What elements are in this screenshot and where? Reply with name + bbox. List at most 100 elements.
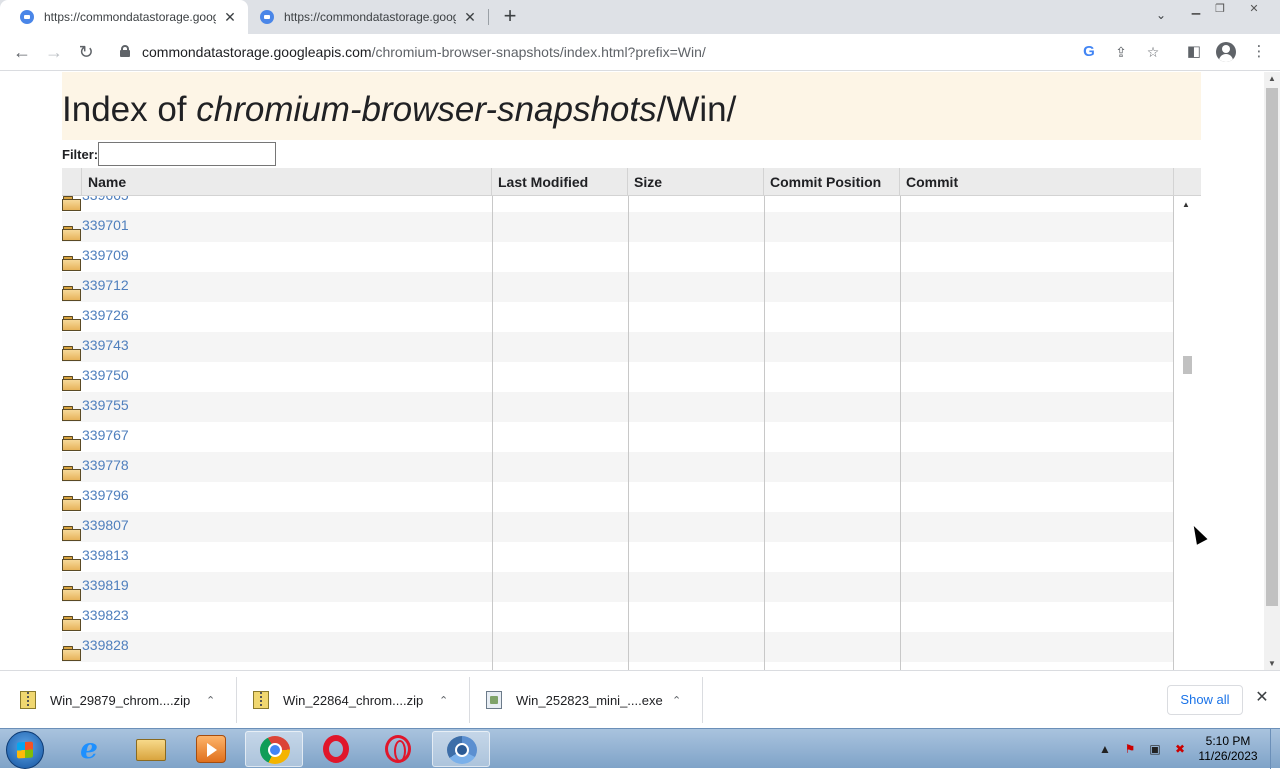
folder-icon: [62, 256, 81, 271]
volume-muted-icon[interactable]: ✖: [1171, 741, 1189, 757]
column-header-commit[interactable]: Commit: [900, 168, 1174, 196]
folder-link[interactable]: 339807: [82, 517, 129, 533]
network-icon[interactable]: ▣: [1146, 741, 1164, 757]
bookmark-star-icon[interactable]: ☆: [1144, 43, 1162, 61]
forward-arrow-icon[interactable]: →: [42, 40, 66, 64]
table-row: 339834: [62, 662, 1174, 670]
taskbar-media-player[interactable]: [182, 731, 240, 767]
tab-strip: https://commondatastorage.googleapis.com…: [0, 0, 1280, 34]
table-row: 339709: [62, 242, 1174, 272]
folder-link[interactable]: 339701: [82, 217, 129, 233]
table-row: 339778: [62, 452, 1174, 482]
download-item[interactable]: Win_22864_chrom....zip ⌃: [253, 679, 448, 721]
chevron-up-icon[interactable]: ⌃: [206, 694, 215, 707]
tab-search-chevron-icon[interactable]: ⌄: [1152, 8, 1170, 26]
folder-link[interactable]: 339767: [82, 427, 129, 443]
taskbar-chromium[interactable]: [432, 731, 490, 767]
minimize-icon[interactable]: ▁: [1185, 2, 1207, 18]
table-row: 339755: [62, 392, 1174, 422]
column-header-last-modified[interactable]: Last Modified: [492, 168, 628, 196]
taskbar-opera-gx[interactable]: [369, 731, 427, 767]
table-row: 339807: [62, 512, 1174, 542]
folder-link[interactable]: 339796: [82, 487, 129, 503]
start-button[interactable]: [6, 731, 44, 769]
opera-icon: [323, 735, 349, 763]
grid-scrollbar[interactable]: ▲: [1174, 196, 1201, 670]
tray-expand-icon[interactable]: ▲: [1096, 741, 1114, 757]
google-translate-icon[interactable]: G: [1080, 43, 1098, 61]
grid-header: Name Last Modified Size Commit Position …: [62, 168, 1201, 196]
taskbar-chrome[interactable]: [245, 731, 303, 767]
taskbar-internet-explorer[interactable]: e: [60, 731, 118, 767]
zip-file-icon: [20, 691, 36, 709]
table-row: 339665: [62, 196, 1174, 212]
folder-icon: [62, 526, 81, 541]
restore-icon[interactable]: ❐: [1209, 2, 1231, 18]
grid-scroll-thumb[interactable]: [1183, 356, 1192, 374]
share-icon[interactable]: ⇪: [1112, 43, 1130, 61]
chevron-up-icon[interactable]: ⌃: [672, 694, 681, 707]
show-desktop-button[interactable]: [1270, 729, 1280, 769]
folder-link[interactable]: 339755: [82, 397, 129, 413]
folder-link[interactable]: 339709: [82, 247, 129, 263]
folder-link[interactable]: 339813: [82, 547, 129, 563]
show-all-downloads-button[interactable]: Show all: [1167, 685, 1243, 715]
download-item[interactable]: Win_252823_mini_....exe ⌃: [486, 679, 681, 721]
folder-link[interactable]: 339712: [82, 277, 129, 293]
lock-icon[interactable]: [120, 45, 130, 57]
folder-link[interactable]: 339819: [82, 577, 129, 593]
filter-row: Filter:: [62, 142, 277, 166]
internet-explorer-icon: e: [80, 732, 98, 765]
zip-file-icon: [253, 691, 269, 709]
folder-link[interactable]: 339828: [82, 637, 129, 653]
folder-link[interactable]: 339665: [82, 196, 129, 203]
new-tab-button[interactable]: +: [498, 5, 522, 29]
tab-close-icon[interactable]: ✕: [222, 9, 238, 25]
clock-date: 11/26/2023: [1198, 749, 1258, 763]
url-host: commondatastorage.googleapis.com: [142, 44, 372, 60]
filter-input[interactable]: [98, 142, 277, 166]
table-row: 339767: [62, 422, 1174, 452]
menu-kebab-icon[interactable]: ⋮: [1249, 42, 1269, 62]
download-separator: [702, 677, 703, 723]
column-header-commit-position[interactable]: Commit Position: [764, 168, 900, 196]
side-panel-icon[interactable]: ◧: [1184, 42, 1204, 62]
window-close-icon[interactable]: ✕: [1243, 2, 1265, 18]
folder-icon: [62, 346, 81, 361]
folder-link[interactable]: 339823: [82, 607, 129, 623]
scroll-up-arrow-icon[interactable]: ▲: [1182, 200, 1190, 209]
tab-inactive[interactable]: https://commondatastorage.googleapis.com…: [240, 0, 488, 34]
column-header-name[interactable]: Name: [82, 168, 492, 196]
chevron-up-icon[interactable]: ⌃: [439, 694, 448, 707]
close-shelf-icon[interactable]: ✕: [1253, 689, 1271, 707]
taskbar-opera[interactable]: [307, 731, 365, 767]
folder-icon: [62, 616, 81, 631]
table-row: 339750: [62, 362, 1174, 392]
folder-link[interactable]: 339778: [82, 457, 129, 473]
address-bar[interactable]: commondatastorage.googleapis.com/chromiu…: [108, 38, 1178, 66]
clock-time: 5:10 PM: [1205, 734, 1251, 748]
clock[interactable]: 5:10 PM 11/26/2023: [1196, 734, 1260, 764]
folder-icon: [136, 739, 166, 761]
folder-link[interactable]: 339726: [82, 307, 129, 323]
download-filename: Win_252823_mini_....exe: [516, 692, 663, 708]
column-divider: [492, 196, 493, 670]
download-item[interactable]: Win_29879_chrom....zip ⌃: [20, 679, 215, 721]
action-center-flag-icon[interactable]: ⚑: [1121, 741, 1139, 757]
column-header-size[interactable]: Size: [628, 168, 764, 196]
tab-active[interactable]: https://commondatastorage.googleapis.com…: [0, 0, 248, 34]
folder-icon: [62, 316, 81, 331]
url-text[interactable]: commondatastorage.googleapis.com/chromiu…: [142, 44, 706, 60]
back-arrow-icon[interactable]: ←: [10, 40, 34, 64]
taskbar-file-explorer[interactable]: [122, 731, 180, 767]
page-scroll-thumb[interactable]: [1266, 88, 1278, 606]
title-prefix: Index of: [62, 90, 197, 129]
folder-link[interactable]: 339743: [82, 337, 129, 353]
scroll-down-arrow-icon[interactable]: ▼: [1268, 659, 1276, 668]
reload-icon[interactable]: ↻: [74, 40, 98, 64]
page-scrollbar[interactable]: ▲ ▼: [1264, 72, 1280, 670]
profile-avatar-icon[interactable]: [1216, 42, 1236, 62]
scroll-up-arrow-icon[interactable]: ▲: [1268, 74, 1276, 83]
tab-close-icon[interactable]: ✕: [462, 9, 478, 25]
folder-link[interactable]: 339750: [82, 367, 129, 383]
